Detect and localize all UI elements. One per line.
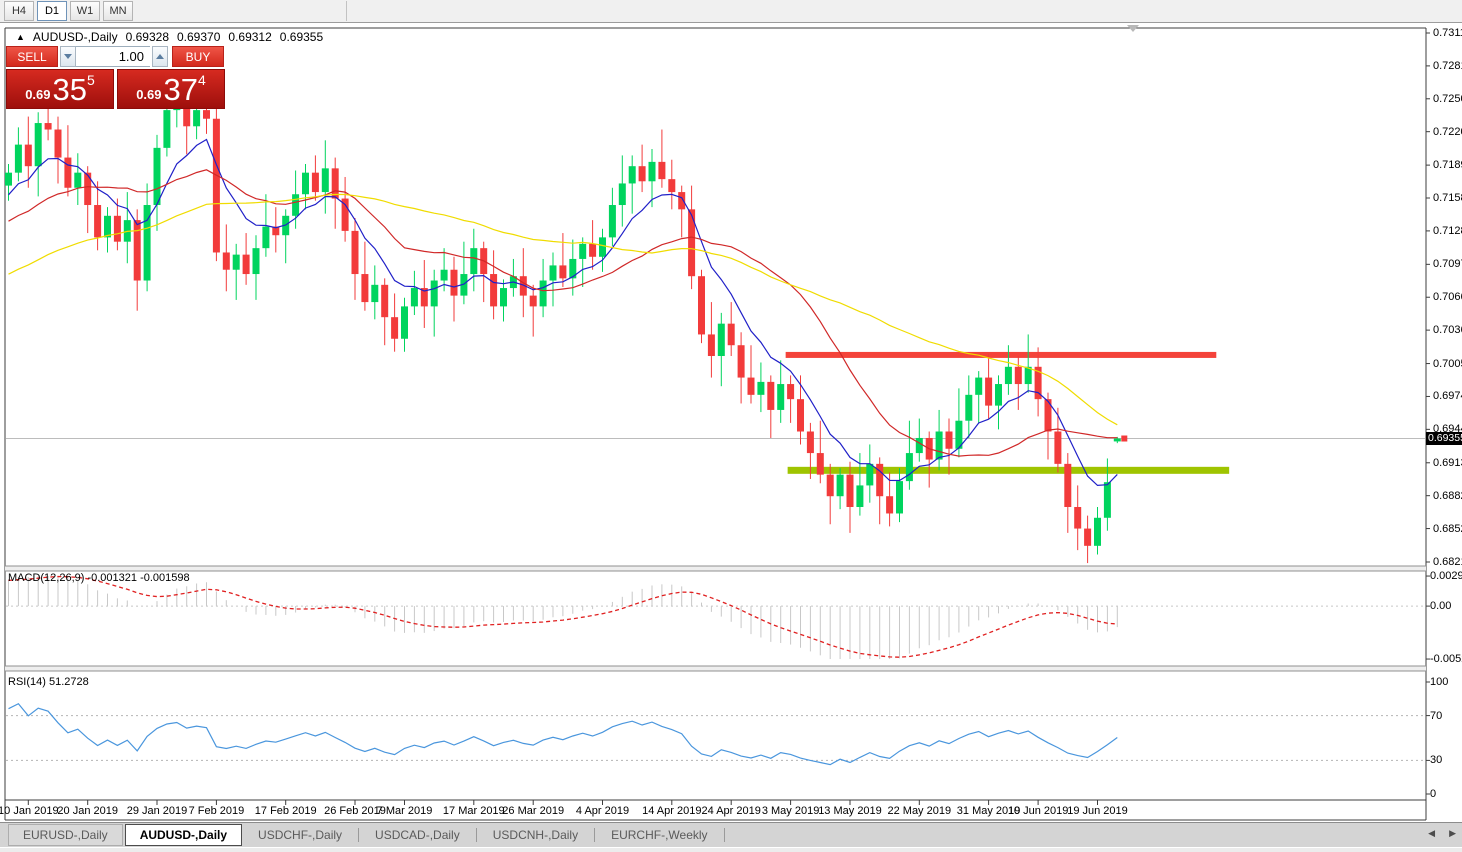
tab-usdcnh-daily[interactable]: USDCNH-,Daily	[479, 825, 592, 845]
triangle-down-icon	[64, 54, 72, 59]
ma-mid	[8, 169, 1118, 457]
volume-decrease-button[interactable]	[60, 46, 76, 67]
tab-eurchf-weekly[interactable]: EURCHF-,Weekly	[597, 825, 721, 845]
tab-separator	[358, 828, 360, 842]
volume-increase-button[interactable]	[152, 46, 168, 67]
sell-price-prefix: 0.69	[25, 87, 51, 102]
chart-ohlc-header: ▲ AUDUSD-,Daily 0.69328 0.69370 0.69312 …	[16, 30, 323, 44]
sell-button[interactable]: SELL	[6, 46, 58, 67]
chart-canvas[interactable]	[0, 0, 1462, 822]
tab-separator	[475, 828, 477, 842]
tab-scroll-controls: ◀ ▶	[1428, 828, 1456, 839]
open-value: 0.69328	[125, 30, 169, 44]
tab-usdcad-daily[interactable]: USDCAD-,Daily	[361, 825, 474, 845]
buy-price-digits: 37	[163, 72, 198, 107]
high-value: 0.69370	[177, 30, 221, 44]
volume-input[interactable]	[76, 46, 150, 67]
tab-usdchf-daily[interactable]: USDCHF-,Daily	[244, 825, 356, 845]
macd-signal-line	[8, 575, 1118, 658]
statusbar-edge	[0, 847, 1462, 852]
buy-price-prefix: 0.69	[136, 87, 162, 102]
sell-price-pipette: 5	[87, 72, 95, 88]
buy-button[interactable]: BUY	[172, 46, 224, 67]
tab-scroll-left-icon[interactable]: ◀	[1428, 828, 1435, 839]
sell-price-digits: 35	[52, 72, 87, 107]
one-click-trading-panel: SELL BUY 0.69 35 5 0.69 37 4	[6, 46, 225, 109]
tab-audusd-daily[interactable]: AUDUSD-,Daily	[124, 824, 243, 846]
rsi-line	[8, 702, 1118, 766]
triangle-up-icon	[156, 54, 164, 59]
buy-price-box[interactable]: 0.69 37 4	[117, 69, 225, 109]
mt4-window: H4 D1 W1 MN 0.731150.728100.725050.72200…	[0, 0, 1462, 852]
tab-scroll-right-icon[interactable]: ▶	[1449, 828, 1456, 839]
close-value: 0.69355	[279, 30, 324, 44]
sell-price-box[interactable]: 0.69 35 5	[6, 69, 114, 109]
macd-label: MACD(12,26,9) -0.001321 -0.001598	[8, 572, 190, 584]
last-price-marker	[1121, 435, 1128, 442]
buy-price-pipette: 4	[198, 72, 206, 88]
symbol-label: AUDUSD-,Daily	[32, 30, 118, 44]
scroll-to-end-icon[interactable]	[1127, 25, 1139, 32]
chart-tab-bar: EURUSD-,Daily AUDUSD-,Daily USDCHF-,Dail…	[0, 822, 1462, 847]
tab-eurusd-daily[interactable]: EURUSD-,Daily	[8, 824, 123, 846]
ma-slow	[8, 193, 1118, 426]
tab-separator	[594, 828, 596, 842]
tab-separator	[723, 828, 725, 842]
candlestick-series	[5, 76, 1121, 564]
symbol-marker-icon: ▲	[16, 32, 25, 42]
low-value: 0.69312	[228, 30, 272, 44]
rsi-label: RSI(14) 51.2728	[8, 676, 89, 688]
